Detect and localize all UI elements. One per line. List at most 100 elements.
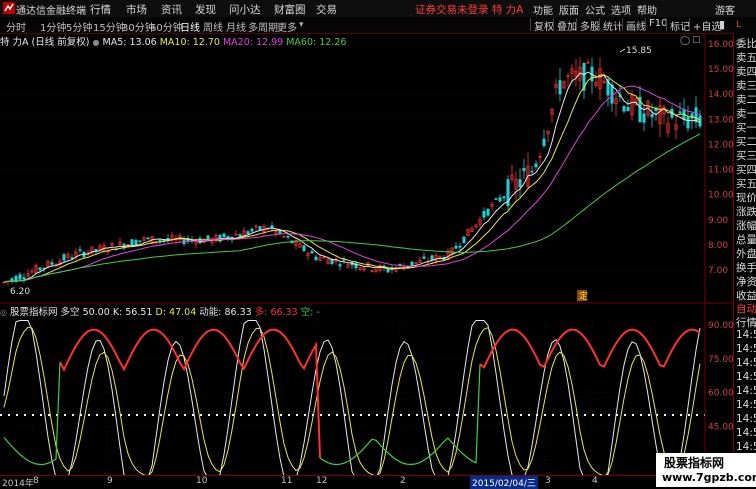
candle-body [482,211,486,218]
menu-item-hangqing[interactable]: 行情 [90,2,111,17]
side-panel-item: 现价 [736,192,756,204]
menu-item-bangzhu[interactable]: 帮助 [637,2,657,17]
quote-side-panel: L 委比 卖五 卖四 卖三 卖二 卖一 买一 买二 买三 买四 买五 现价 涨跌 涨幅 总量 外盘 换手 净资 收益… [733,20,756,487]
legend-ma20: MA20: 12.99 [222,37,284,48]
period-1min[interactable]: 1分钟 [40,19,66,34]
more-dropdown-icon[interactable]: ▾ [299,20,304,30]
period-more[interactable]: 更多 [277,19,297,34]
side-panel-item: 总量 [736,234,756,246]
side-panel-item: 卖五 [736,52,756,64]
collapse-icon[interactable]: ▮ [716,18,725,31]
candle-body [134,239,138,246]
candle-body [22,277,26,280]
indicator-tick-label: 75.00 [708,355,733,365]
candle-body [498,197,502,202]
menu-item-gongneng[interactable]: 功能 [533,2,553,17]
side-panel-item: 买五 [736,178,756,190]
side-panel-item: 14:5 [736,413,756,425]
price-tick-label: 11.00 [708,166,733,176]
candle-body [158,240,162,242]
menu-item-banmian[interactable]: 版面 [559,2,579,17]
period-daily[interactable]: 日线 [180,19,200,34]
side-panel-item: 卖一 [736,108,756,120]
side-panel-item: 买一 [736,122,756,134]
period-toolbar: 分时 1分钟 5分钟 15分钟 30分钟 60分钟 日线 周线 月线 多周期 更… [0,17,756,34]
candle-body [18,274,22,280]
date-tick-label: 3 [545,476,551,486]
scroll-up-icon[interactable]: ◯ [680,36,690,46]
d-line [3,326,701,475]
maximize-icon[interactable]: ▢ [692,35,701,45]
watermark-title: 股票指标网 [664,456,725,470]
side-panel-item: 外盘 [736,248,756,260]
guest-user[interactable]: 游客 [715,2,735,17]
menu-item-zixun[interactable]: 资讯 [161,2,182,17]
side-panel-item: 卖二 [736,94,756,106]
menu-item-caifuquan[interactable]: 财富圈 [274,2,306,17]
candle-body [686,117,690,129]
legend-ma60: MA60: 12.26 [286,37,347,48]
candle-body [462,236,466,244]
tool-tongji[interactable]: 统计 [599,18,623,33]
candle-body [130,239,134,246]
date-tick-label: 12 [316,476,328,486]
price-tick-label: 7.00 [708,266,728,276]
indicator-value-k: K: 56.51 [112,307,153,318]
period-60min[interactable]: 60分钟 [150,19,183,34]
indicator-lines [0,320,705,475]
tool-f10[interactable]: F10 [645,18,667,31]
menu-item-faxian[interactable]: 发现 [195,2,216,17]
candle-body [430,255,434,261]
period-fenshi[interactable]: 分时 [6,19,26,34]
menu-item-wenxiaoda[interactable]: 问小达 [229,2,261,17]
k-line [3,320,701,475]
period-multi[interactable]: 多周期 [248,19,278,34]
menu-item-jiaoyi[interactable]: 交易 [316,2,337,17]
candle-body [678,111,682,114]
tool-biaoji[interactable]: 标记 [666,18,690,33]
menu-item-shichang[interactable]: 市场 [126,2,147,17]
price-tick-label: 13.00 [708,115,733,125]
price-axis-labels: 16.00 15.00 14.00 13.00 12.00 11.00 10.00 9.00 8… [708,40,733,276]
candle-body [206,235,210,241]
tool-huaxian[interactable]: 画线 [622,18,646,33]
price-tick-label: 10.00 [708,191,733,201]
menu-item-gongshi[interactable]: 公式 [585,2,605,17]
candle-body [422,256,426,259]
stock-title: 特 力A (日线 前复权) [0,37,90,48]
period-monthly[interactable]: 月线 [226,19,246,34]
price-tick-label: 16.00 [708,40,733,50]
candle-body [238,234,242,237]
side-panel-item: 14:5 [736,399,756,411]
moving-average-lines [3,71,701,283]
side-panel-item: 14:5 [736,329,756,341]
tool-diejia[interactable]: 叠加 [553,18,577,33]
candle-body [494,198,498,200]
high-price-label: 15.85 [626,46,652,56]
date-tick-label: 2014年 [2,479,34,489]
tool-duogu[interactable]: 多股 [576,18,600,33]
price-tick-label: 15.00 [708,65,733,75]
candle-body [302,245,306,252]
indicator-bullet-icon: ◎ [0,308,7,317]
kline-chart[interactable]: 16.00 15.00 14.00 13.00 12.00 11.00 10.00 9.00 8… [0,33,733,475]
ma10-line [3,74,701,283]
high-price-pointer [619,48,626,53]
indicator-value-short: 空: - [300,307,320,318]
main-legend: 特 力A (日线 前复权) ● MA5: 13.06 MA10: 12.70 M… [0,34,346,48]
side-panel-item: 卖四 [736,66,756,78]
candle-body [250,228,254,232]
menu-item-xuanxiang[interactable]: 选项 [611,2,631,17]
long-line [479,328,701,369]
tool-fuquan[interactable]: 复权 [530,18,554,33]
candle-body [542,138,546,146]
side-panel-item: 14:5 [736,427,756,439]
app-logo-icon [3,2,15,14]
indicator-value-momentum: 动能: 86.33 [199,307,252,318]
period-15min[interactable]: 15分钟 [93,19,126,34]
candle-body [534,163,538,168]
period-weekly[interactable]: 周线 [203,19,223,34]
candle-body [642,113,646,123]
side-panel-item: 14:5 [736,371,756,383]
period-5min[interactable]: 5分钟 [66,19,92,34]
